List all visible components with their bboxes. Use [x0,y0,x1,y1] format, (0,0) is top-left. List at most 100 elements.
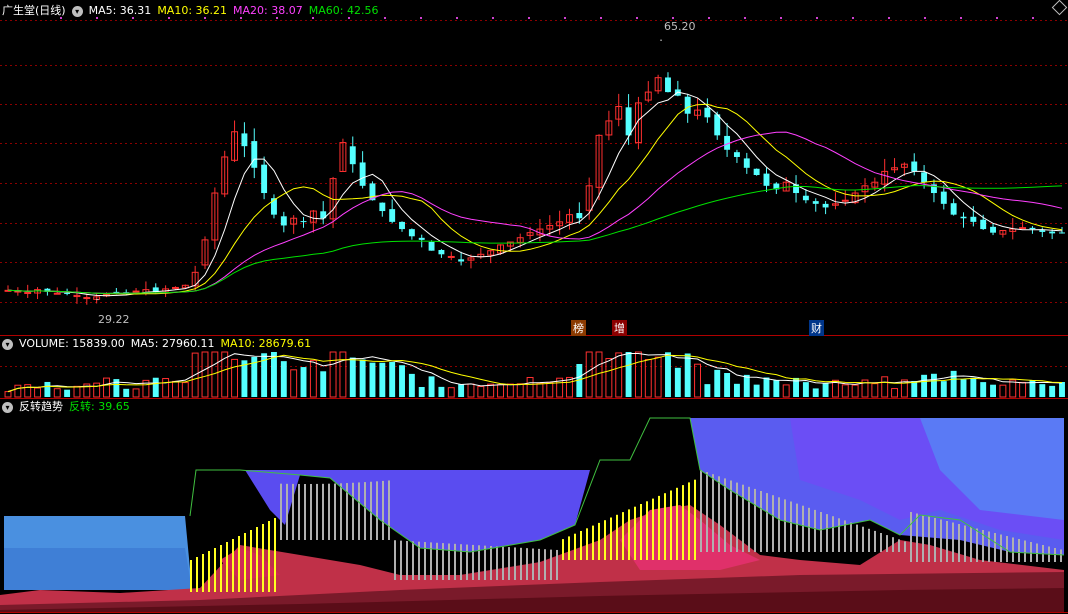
candle-down [408,229,415,237]
vol-ma10-label: MA10: 28679.61 [220,337,312,350]
candle-down [812,201,819,204]
volume-bar [999,384,1007,398]
candle-up [132,290,140,293]
volume-bar [408,373,415,397]
ma5-label: MA5: 36.31 [88,4,152,17]
vol-ma5-label: MA5: 27960.11 [130,337,215,350]
chart-canvas[interactable] [0,0,1068,614]
indicator-stripe [808,507,810,552]
volume-bar [93,382,101,398]
ma20-label: MA20: 38.07 [233,4,303,17]
indicator-stripe [868,528,870,552]
stock-chart-window: 广生堂(日线) ▾ MA5: 36.31 MA10: 36.21 MA20: 3… [0,0,1068,614]
dropdown-icon[interactable]: ▾ [2,338,13,350]
marker-dot [672,17,674,19]
indicator-stripe [208,551,210,592]
dropdown-icon[interactable]: ▾ [71,5,83,17]
volume-bar [960,379,967,397]
volume-bar [467,383,475,398]
indicator-stripe [610,517,612,560]
indicator-stripe [934,518,936,562]
volume-bar [1049,385,1056,397]
volume-bar [132,388,140,398]
event-marker[interactable]: 榜 [571,320,586,336]
indicator-stripe [340,483,342,540]
volume-bar [280,361,287,397]
indicator-stripe [286,483,288,540]
volume-bar [536,382,544,398]
indicator-stripe [880,533,882,552]
indicator-stripe [586,528,588,560]
event-marker[interactable]: 财 [809,320,824,336]
candle-down [418,237,425,240]
volume-bar [841,384,849,398]
low-price-label: 29.22 [98,313,130,326]
indicator-stripe [664,493,666,560]
volume-bar [782,384,790,398]
dropdown-icon[interactable]: ▾ [2,401,13,413]
indicator-stripe [826,514,828,552]
volume-bar [733,383,740,397]
indicator-stripe [268,521,270,592]
candle-down [704,107,711,118]
indicator-stripe [406,540,408,580]
volume-bar [940,381,947,397]
indicator-stripe [550,549,552,580]
indicator-stripe [1030,542,1032,562]
indicator-stripe [916,513,918,562]
indicator-stripe [460,544,462,580]
volume-bar [309,359,317,398]
indicator-stripe [388,480,390,540]
volume-bar [773,380,780,397]
indicator-stripe [328,483,330,540]
candle-down [625,107,632,136]
indicator-stripe [838,518,840,552]
indicator-stripe [214,548,216,592]
volume-bar [881,376,889,398]
indicator-stripe [718,476,720,552]
volume-bar [103,377,110,398]
indicator-stripe [1012,537,1014,562]
main-header: 广生堂(日线) ▾ MA5: 36.31 MA10: 36.21 MA20: 3… [2,3,378,19]
indicator-stripe [748,486,750,552]
indicator-stripe [1036,543,1038,562]
indicator-stripe [766,493,768,552]
indicator-stripe [958,524,960,562]
indicator-stripe [802,505,804,552]
indicator-stripe [190,560,192,592]
indicator-stripe [202,554,204,592]
event-marker[interactable]: 增 [612,320,627,336]
candle-down [428,241,435,251]
candle-down [261,164,268,194]
indicator-stripe [304,483,306,540]
volume-bar [487,383,495,398]
marker-dot [996,17,998,19]
marker-dot [780,17,782,19]
marker-dot [960,17,962,19]
volume-bar [684,353,691,397]
indicator-stripe [490,546,492,580]
indicator-stripe [292,483,294,540]
volume-label: VOLUME: 15839.00 [19,337,125,350]
marker-dot [456,17,458,19]
candle-down [389,209,396,222]
candle-down [241,133,248,147]
marker-dot [744,17,746,19]
volume-bar [438,386,445,397]
volume-bar [615,352,623,398]
indicator-stripe [370,481,372,540]
volume-bar [329,351,337,398]
candle-down [399,221,405,230]
indicator-stripe [316,483,318,540]
volume-bar [359,359,366,397]
marker-dot [852,17,854,19]
indicator-stripe [688,482,690,560]
ma60-label: MA60: 42.56 [308,4,379,17]
indicator-stripe [472,544,474,580]
volume-bar [44,381,51,397]
indicator-stripe [892,537,894,552]
indicator-stripe [862,526,864,552]
volume-bar [516,383,524,398]
candle-down [714,114,721,136]
volume-bar [497,384,504,398]
